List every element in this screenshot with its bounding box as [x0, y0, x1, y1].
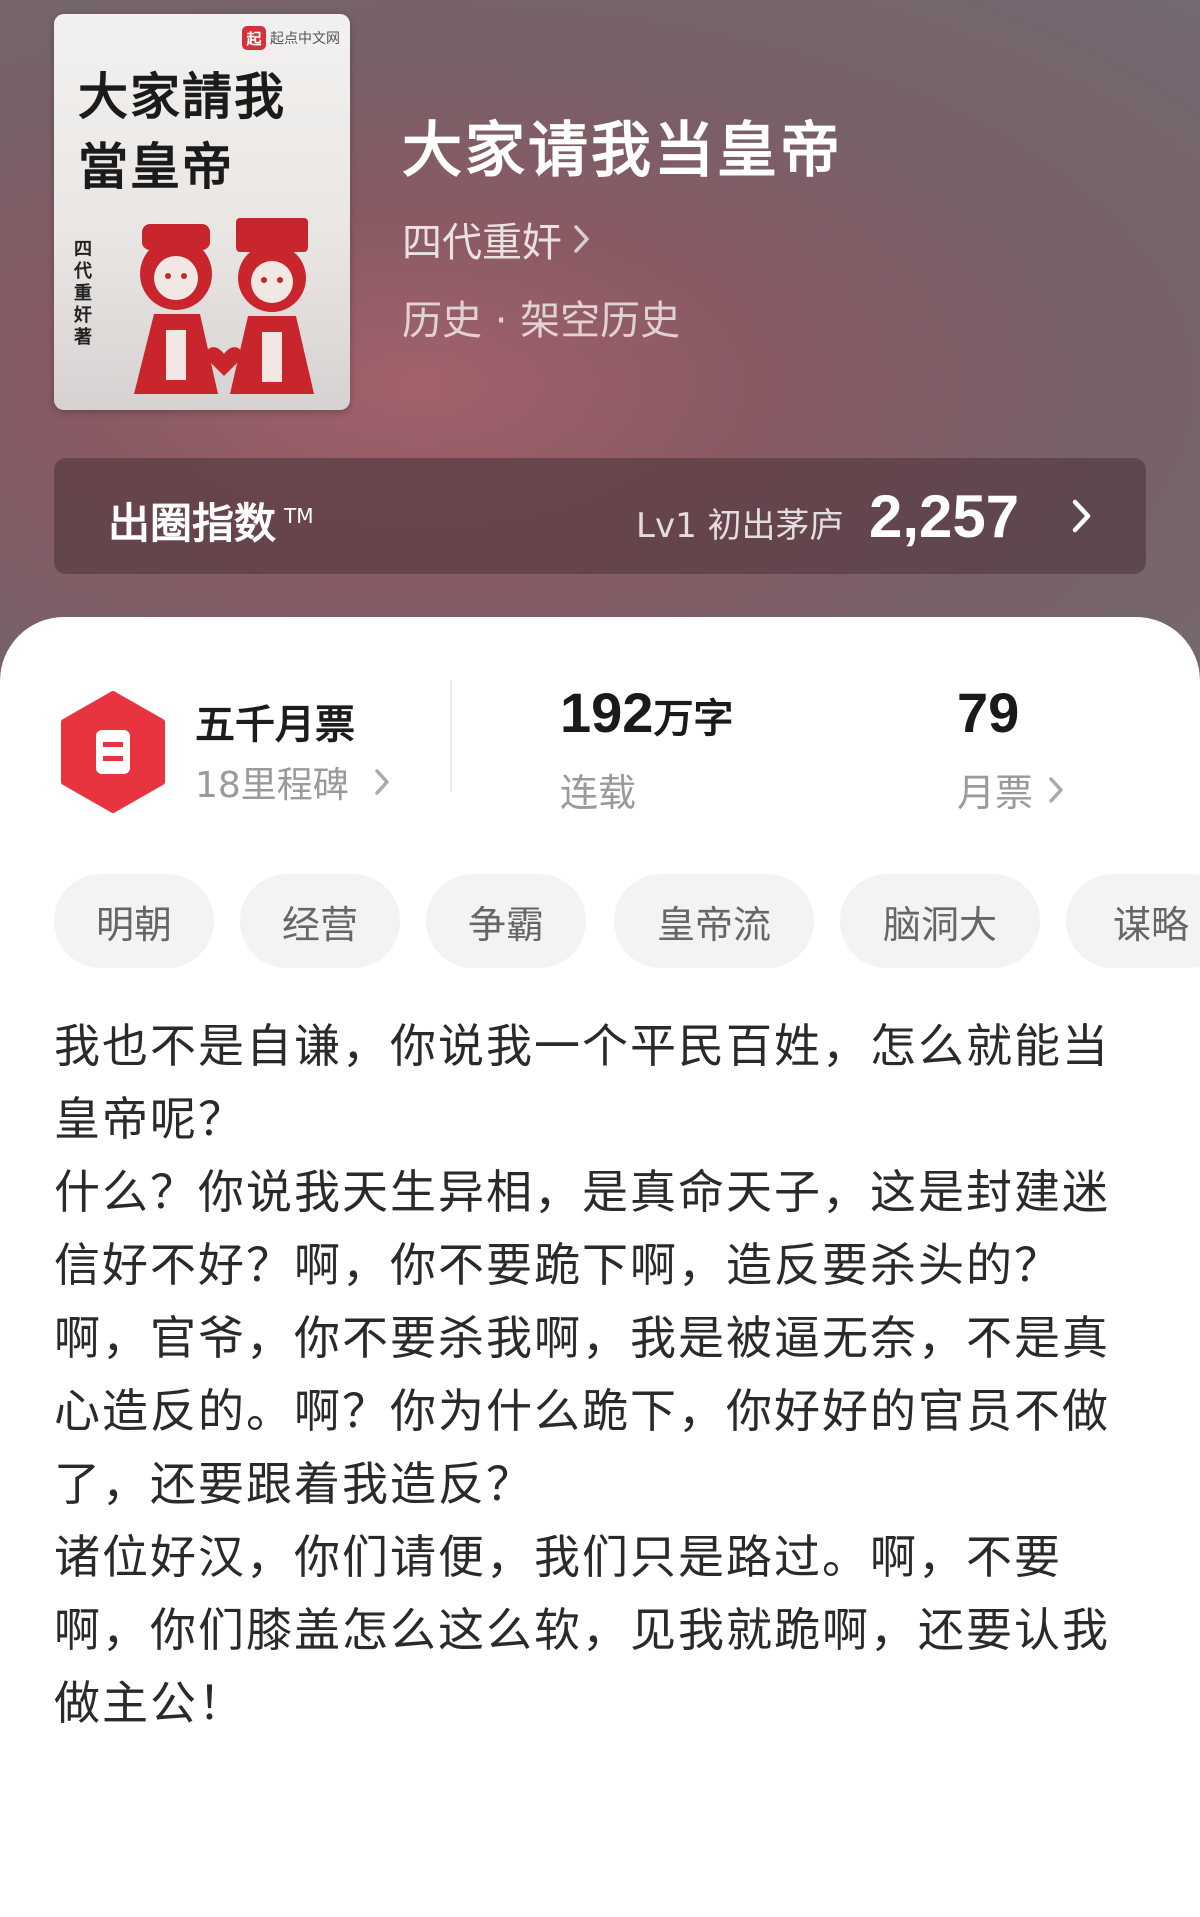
milestone-sub: 18里程碑	[195, 765, 349, 806]
index-label: 出圈指数 TM	[108, 499, 314, 548]
tag-chip[interactable]: 脑洞大	[840, 874, 1040, 968]
cover-author: 四代重奸著	[74, 239, 92, 348]
milestone-link[interactable]: 18里程碑	[195, 756, 391, 808]
monthly-votes-label: 月票	[957, 771, 1034, 815]
chevron-right-icon	[574, 225, 589, 253]
synopsis-paragraph: 什么？你说我天生异相，是真命天子，这是封建迷信好不好？啊，你不要跪下啊，造反要杀…	[54, 1165, 1110, 1292]
word-count: 192万字	[560, 681, 734, 744]
book-header: 起 起点中文网 大家請我當皇帝 四代重奸著 大家请我当皇帝 四代重奸 历史 · …	[0, 0, 1200, 700]
chevron-right-icon	[375, 769, 389, 795]
tag-chip[interactable]: 争霸	[426, 874, 586, 968]
chevron-right-icon	[1049, 776, 1063, 803]
author-name: 四代重奸	[402, 220, 562, 266]
qidian-logo-icon: 起	[242, 26, 266, 50]
chevron-right-icon	[1072, 499, 1091, 533]
book-genre: 历史 · 架空历史	[402, 298, 681, 344]
book-cover[interactable]: 起 起点中文网 大家請我當皇帝 四代重奸著	[54, 14, 350, 410]
tag-chip[interactable]: 明朝	[54, 874, 214, 968]
word-count-unit: 万字	[653, 696, 734, 742]
cover-publisher-text: 起点中文网	[270, 31, 340, 47]
monthly-votes-count: 79	[957, 681, 1020, 744]
trademark-mark: TM	[284, 504, 314, 528]
stats-divider	[450, 680, 452, 792]
book-title: 大家请我当皇帝	[402, 116, 843, 186]
synopsis-paragraph: 诸位好汉，你们请便，我们只是路过。啊，不要啊，你们膝盖怎么这么软，见我就跪啊，还…	[54, 1530, 1110, 1730]
tag-chip[interactable]: 经营	[240, 874, 400, 968]
index-level: Lv1 初出茅庐	[636, 506, 844, 546]
milestone-title: 五千月票	[195, 702, 355, 748]
tag-chip[interactable]: 谋略	[1066, 874, 1200, 968]
papercut-couple-illustration	[134, 218, 314, 394]
tag-list: 明朝 经营 争霸 皇帝流 脑洞大 谋略	[54, 874, 1200, 970]
popularity-index-bar[interactable]: 出圈指数 TM Lv1 初出茅庐 2,257	[54, 458, 1146, 574]
monthly-votes-link[interactable]: 月票	[957, 762, 1065, 817]
index-value: 2,257	[869, 483, 1020, 550]
author-link[interactable]: 四代重奸	[402, 210, 592, 268]
milestone-badge-icon[interactable]	[58, 690, 168, 814]
cover-publisher-badge: 起 起点中文网	[242, 26, 340, 50]
tag-chip[interactable]: 皇帝流	[614, 874, 814, 968]
synopsis-paragraph: 啊，官爷，你不要杀我啊，我是被逼无奈，不是真心造反的。啊？你为什么跪下，你好好的…	[54, 1311, 1110, 1511]
synopsis-paragraph: 我也不是自谦，你说我一个平民百姓，怎么就能当皇帝呢？	[54, 1019, 1110, 1146]
book-synopsis[interactable]: 我也不是自谦，你说我一个平民百姓，怎么就能当皇帝呢？ 什么？你说我天生异相，是真…	[54, 1010, 1154, 1740]
cover-title: 大家請我當皇帝	[78, 67, 286, 196]
serial-status: 连载	[560, 771, 637, 815]
